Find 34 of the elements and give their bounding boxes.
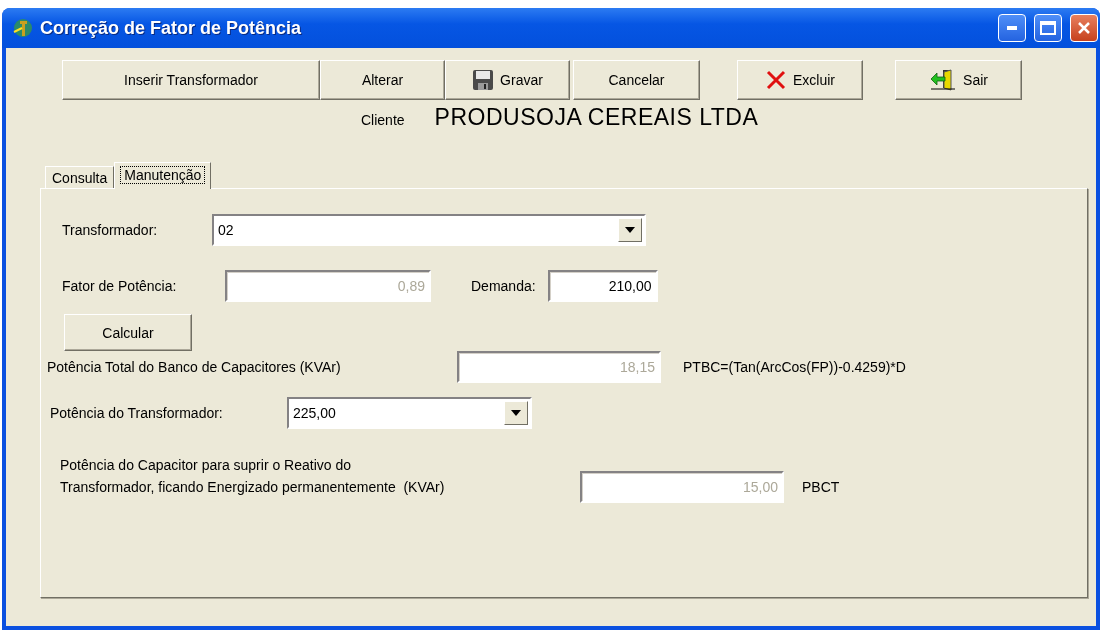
toolbar-button[interactable]: Alterar — [320, 60, 445, 100]
field-label: Potência Total do Banco de Capacitores (KVAr) — [47, 359, 342, 375]
toolbar-button[interactable]: Inserir Transformador — [62, 60, 320, 100]
field-label: Demanda: — [471, 278, 536, 294]
window-title: Correção de Fator de Potência — [40, 17, 303, 39]
cross-icon — [765, 69, 787, 91]
tab[interactable]: Manutenção — [114, 162, 212, 189]
maximize-button[interactable] — [1034, 14, 1062, 42]
client-name: PRODUSOJA CEREAIS LTDA — [434, 104, 759, 131]
door-exit-icon — [929, 68, 958, 92]
toolbar-button[interactable]: Sair — [895, 60, 1022, 100]
formula-text: PBCT — [802, 479, 840, 495]
toolbar-button[interactable]: Cancelar — [573, 60, 700, 100]
field-label: Fator de Potência: — [62, 278, 178, 294]
demand-field[interactable]: 210,00 — [547, 270, 658, 302]
transformer-power-dropdown[interactable]: 225,00 — [287, 397, 532, 429]
toolbar-button[interactable]: Excluir — [737, 60, 863, 100]
dropdown-arrow-icon — [625, 227, 635, 233]
app-logo-icon — [12, 17, 34, 39]
formula-text: PTBC=(Tan(ArcCos(FP))-0.4259)*D — [683, 359, 906, 375]
minimize-button[interactable] — [998, 14, 1026, 42]
transformer-dropdown[interactable]: 02 — [212, 214, 646, 246]
client-label: Cliente — [361, 112, 405, 128]
tab[interactable]: Consulta — [45, 166, 115, 189]
field-label: Potência do Transformador: — [50, 405, 224, 421]
field-label: Potência do Capacitor para suprir o Reativo do Transformador, ficando Energizado permanentemente (KVAr) — [60, 457, 446, 495]
toolbar-button[interactable]: Gravar — [445, 60, 570, 100]
calculate-button[interactable]: Calcular — [64, 314, 192, 351]
field-label: Transformador: — [62, 222, 159, 238]
close-icon — [1077, 21, 1091, 35]
dropdown-arrow-icon — [511, 410, 521, 416]
close-button[interactable] — [1070, 14, 1098, 42]
minimize-icon — [1007, 26, 1017, 30]
maximize-icon — [1040, 21, 1056, 35]
